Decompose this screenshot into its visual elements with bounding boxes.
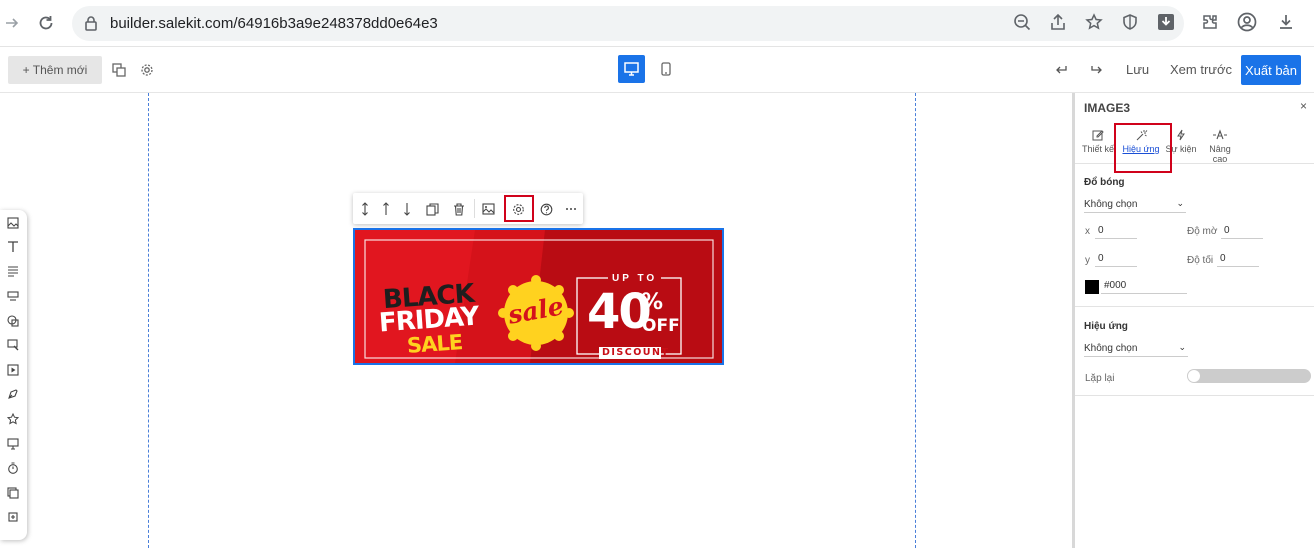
lock-icon — [84, 15, 98, 36]
paragraph-element-icon[interactable] — [6, 264, 20, 278]
copy-layers-icon[interactable] — [110, 61, 128, 79]
forward-arrow-icon[interactable] — [0, 11, 24, 35]
text-element-icon[interactable] — [6, 240, 20, 254]
section-divider — [1075, 306, 1314, 307]
panel-tabs: Thiết kế Hiệu ứng Sự kiện Nâng cao — [1075, 126, 1314, 164]
monitor-element-icon[interactable] — [6, 437, 20, 451]
element-sidebar — [0, 210, 27, 540]
publish-button[interactable]: Xuất bản — [1241, 55, 1301, 85]
banner-sale-text: SALE — [406, 330, 463, 358]
resize-vertical-icon[interactable] — [356, 200, 374, 218]
move-down-icon[interactable] — [398, 200, 416, 218]
element-toolbar — [353, 193, 583, 224]
section-divider — [1075, 395, 1314, 396]
shield-icon[interactable] — [1118, 10, 1142, 34]
download-extension-icon[interactable] — [1154, 10, 1178, 34]
image-element-icon[interactable] — [6, 216, 20, 230]
preview-button[interactable]: Xem trước — [1170, 62, 1232, 77]
shadow-select-value: Không chọn — [1084, 199, 1138, 210]
shadow-y-input[interactable]: 0 — [1095, 253, 1137, 267]
move-up-icon[interactable] — [377, 200, 395, 218]
star-element-icon[interactable] — [6, 412, 20, 426]
effect-select-value: Không chọn — [1084, 343, 1138, 354]
help-icon[interactable] — [537, 200, 555, 218]
right-guide-line — [915, 93, 916, 548]
image-replace-icon[interactable] — [479, 200, 497, 218]
repeat-toggle[interactable] — [1187, 369, 1311, 383]
save-button[interactable]: Lưu — [1126, 62, 1149, 77]
gallery-element-icon[interactable] — [6, 486, 20, 500]
darkness-label: Độ tối — [1187, 255, 1214, 266]
shadow-color-swatch[interactable] — [1085, 280, 1099, 294]
undo-icon[interactable] — [1052, 61, 1070, 79]
redo-icon[interactable] — [1088, 61, 1106, 79]
banner-off-text: OFF — [642, 316, 680, 336]
close-icon[interactable]: × — [1300, 99, 1307, 113]
shadow-color-input[interactable]: #000 — [1101, 280, 1187, 294]
shadow-x-input[interactable]: 0 — [1095, 225, 1137, 239]
more-options-icon[interactable] — [562, 200, 580, 218]
trash-icon[interactable] — [450, 200, 468, 218]
url-text: builder.salekit.com/64916b3a9e248378dd0e… — [110, 15, 438, 32]
duplicate-icon[interactable] — [423, 200, 441, 218]
toggle-knob — [1188, 370, 1200, 382]
toolbar-separator — [474, 199, 475, 218]
chevron-down-icon: ⌄ — [1178, 342, 1186, 352]
banner-upto-text: UP TO — [608, 273, 662, 284]
settings-highlight-box — [504, 195, 534, 222]
reload-icon[interactable] — [34, 11, 58, 35]
tab-design[interactable]: Thiết kế — [1081, 126, 1115, 164]
frame-element-icon[interactable] — [6, 510, 20, 524]
y-label: y — [1085, 255, 1090, 266]
zoom-out-icon[interactable] — [1010, 10, 1034, 34]
blur-label: Độ mờ — [1187, 226, 1218, 237]
mobile-icon — [661, 62, 671, 76]
share-icon[interactable] — [1046, 10, 1070, 34]
desktop-icon — [624, 62, 639, 76]
shadow-darkness-input[interactable]: 0 — [1217, 253, 1259, 267]
profile-icon[interactable] — [1235, 10, 1259, 34]
shadow-section-title: Đổ bóng — [1084, 177, 1125, 188]
text-advanced-icon — [1201, 126, 1239, 144]
effects-section-title: Hiệu ứng — [1084, 321, 1128, 332]
black-friday-banner-image[interactable]: BLACK FRIDAY SALE sale UP TO 40 % OFF DI… — [353, 228, 724, 365]
tab-advanced[interactable]: Nâng cao — [1201, 126, 1239, 164]
downloads-icon[interactable] — [1274, 10, 1298, 34]
desktop-view-button[interactable] — [618, 55, 645, 83]
left-guide-line — [148, 93, 149, 548]
repeat-label: Lặp lại — [1085, 373, 1115, 384]
settings-gear-icon[interactable] — [138, 61, 156, 79]
effects-tab-highlight-box — [1114, 123, 1172, 173]
builder-toolbar: + Thêm mới Lưu Xem trước Xuất bản — [0, 48, 1314, 93]
button-element-icon[interactable] — [6, 289, 20, 303]
add-new-button[interactable]: + Thêm mới — [8, 56, 102, 84]
shape-element-icon[interactable] — [6, 314, 20, 328]
banner-percent-sign: % — [641, 290, 664, 315]
panel-title: IMAGE3 — [1084, 101, 1131, 115]
extensions-icon[interactable] — [1198, 10, 1222, 34]
timer-element-icon[interactable] — [6, 461, 20, 475]
star-icon[interactable] — [1082, 10, 1106, 34]
x-label: x — [1085, 226, 1090, 237]
pen-element-icon[interactable] — [6, 387, 20, 401]
video-element-icon[interactable] — [6, 363, 20, 377]
properties-panel: IMAGE3 × Thiết kế Hiệu ứng Sự kiện Nâng … — [1072, 93, 1314, 548]
banner-discount-text: DISCOUNT — [602, 347, 670, 358]
shadow-select[interactable]: Không chọn ⌄ — [1084, 198, 1186, 213]
form-element-icon[interactable] — [6, 338, 20, 352]
browser-chrome: builder.salekit.com/64916b3a9e248378dd0e… — [0, 0, 1314, 47]
chevron-down-icon: ⌄ — [1176, 198, 1184, 208]
tab-design-label: Thiết kế — [1081, 144, 1114, 154]
edit-icon — [1081, 126, 1115, 144]
tab-advanced-label: Nâng cao — [1209, 144, 1231, 164]
effect-select[interactable]: Không chọn ⌄ — [1084, 342, 1188, 357]
shadow-blur-input[interactable]: 0 — [1221, 225, 1263, 239]
mobile-view-button[interactable] — [656, 55, 676, 83]
